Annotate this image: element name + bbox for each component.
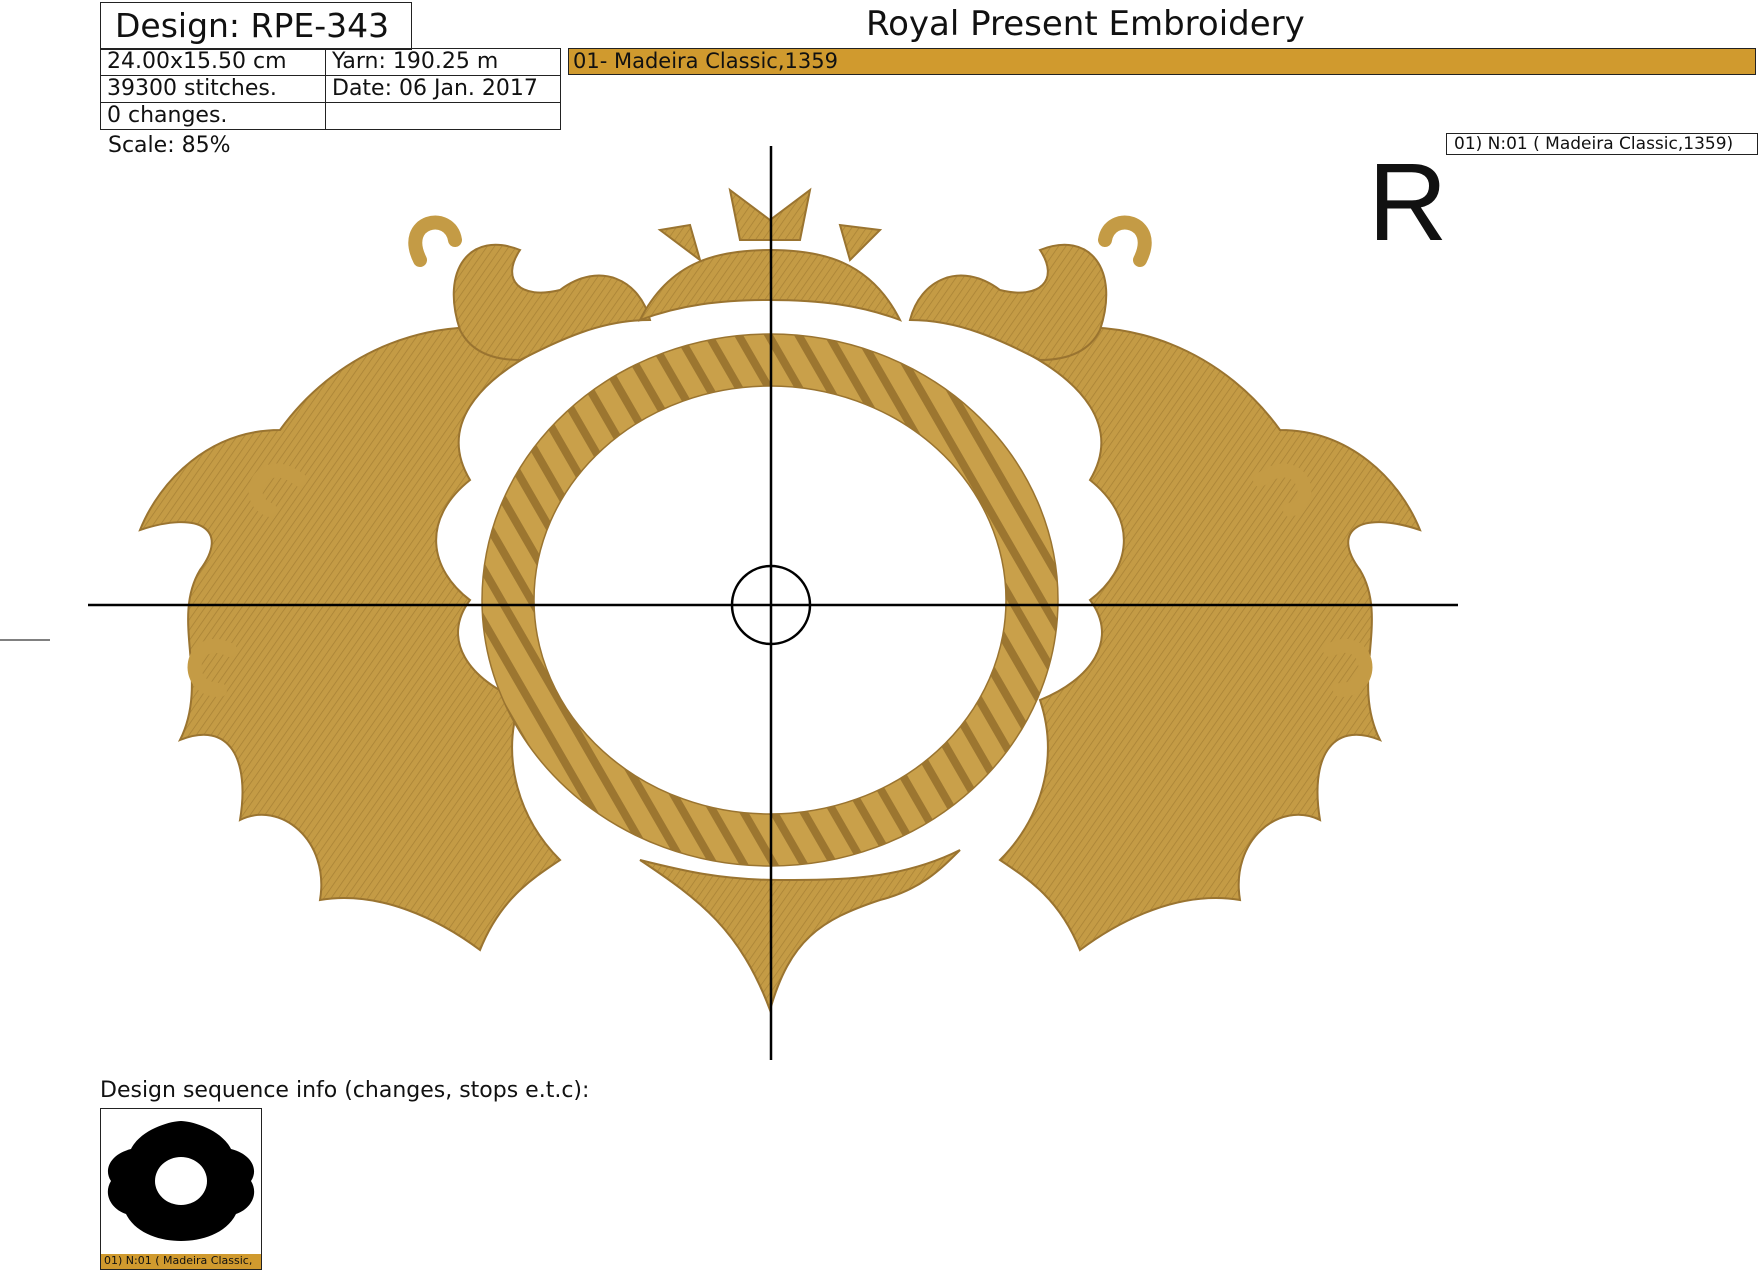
sequence-label: Design sequence info (changes, stops e.t…	[100, 1078, 589, 1103]
frame-thumbnail-icon	[101, 1109, 261, 1253]
thumbnail-label: 01) N:01 ( Madeira Classic,	[101, 1254, 261, 1269]
sequence-thumbnail[interactable]: 01) N:01 ( Madeira Classic,	[100, 1108, 262, 1270]
